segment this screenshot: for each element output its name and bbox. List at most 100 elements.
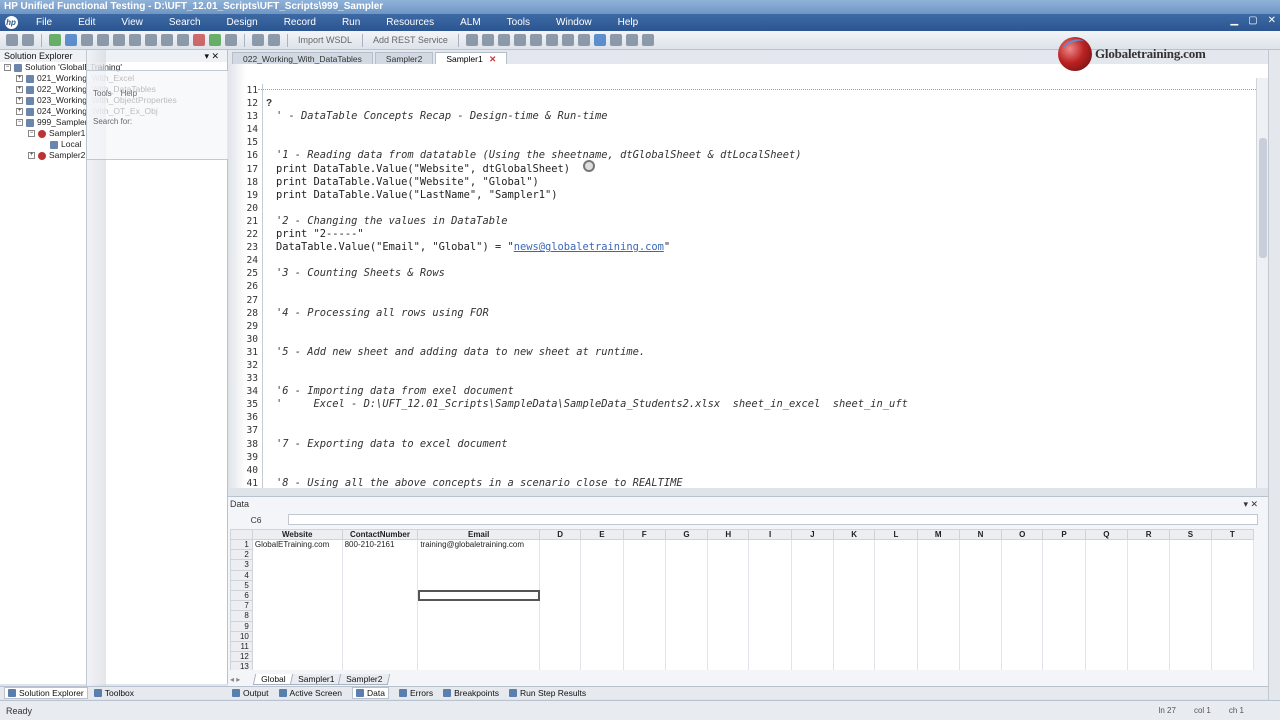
grid-cell[interactable] [833, 651, 876, 662]
column-header[interactable]: T [1210, 529, 1254, 540]
grid-cell[interactable] [580, 641, 624, 652]
grid-cell[interactable] [874, 559, 918, 571]
code-line[interactable] [276, 359, 1264, 372]
menu-record[interactable]: Record [270, 14, 328, 31]
grid-cell[interactable] [748, 600, 792, 611]
code-line[interactable]: ' - DataTable Concepts Recap - Design-ti… [276, 110, 1264, 123]
grid-cell[interactable] [417, 570, 540, 581]
play-icon[interactable] [593, 34, 606, 46]
grid-cell[interactable] [874, 610, 918, 621]
column-header[interactable]: ContactNumber [341, 529, 419, 540]
grid-cell[interactable] [1211, 539, 1254, 550]
code-line[interactable]: print DataTable.Value("Website", "Global… [276, 176, 1264, 189]
code-line[interactable] [276, 464, 1264, 477]
options-icon[interactable] [641, 34, 654, 46]
grid-cell[interactable] [1211, 559, 1254, 571]
grid-cell[interactable] [791, 539, 834, 550]
row-header[interactable]: 3 [230, 559, 253, 571]
grid-cell[interactable] [1169, 600, 1212, 611]
grid-cell[interactable] [342, 631, 419, 642]
import-wsdl-button[interactable]: Import WSDL [295, 35, 355, 45]
grid-cell[interactable] [580, 610, 624, 621]
grid-cell[interactable] [1127, 600, 1171, 611]
grid-cell[interactable] [833, 549, 876, 560]
grid-cell[interactable] [1042, 651, 1086, 662]
grid-cell[interactable] [252, 641, 343, 652]
grid-cell[interactable] [623, 610, 666, 621]
grid-cell[interactable] [665, 549, 709, 560]
grid-cell[interactable] [539, 570, 582, 581]
step-over-icon[interactable] [481, 34, 494, 46]
grid-cell[interactable] [1042, 549, 1086, 560]
grid-cell[interactable] [1042, 661, 1086, 670]
grid-cell[interactable] [623, 559, 666, 571]
grid-cell[interactable] [833, 570, 876, 581]
grid-cell[interactable] [707, 651, 750, 662]
grid-cell[interactable] [917, 539, 960, 550]
grid-cell[interactable] [1169, 549, 1212, 560]
grid-cell[interactable] [707, 600, 750, 611]
grid-cell[interactable] [917, 641, 960, 652]
sheet-tab-sampler2[interactable]: Sampler2 [337, 673, 391, 685]
grid-cell[interactable] [665, 661, 709, 670]
grid-cell[interactable] [1127, 549, 1171, 560]
grid-cell[interactable] [580, 631, 624, 642]
grid-cell[interactable] [791, 631, 834, 642]
grid-cell[interactable] [917, 661, 960, 670]
grid-cell[interactable] [1085, 559, 1129, 571]
grid-cell[interactable] [623, 570, 666, 581]
grid-cell[interactable] [917, 590, 960, 601]
grid-cell[interactable] [707, 570, 750, 581]
grid-cell[interactable] [833, 539, 876, 550]
grid-cell[interactable] [917, 621, 960, 632]
grid-cell[interactable] [959, 631, 1003, 642]
sheet-nav-arrows[interactable]: ◂ ▸ [230, 675, 254, 684]
grid-cell[interactable] [833, 621, 876, 632]
grid-cell[interactable] [874, 600, 918, 611]
grid-cell[interactable] [1211, 549, 1254, 560]
menu-design[interactable]: Design [213, 14, 270, 31]
find-icon[interactable] [177, 34, 189, 46]
grid-cell[interactable] [342, 641, 419, 652]
step-into-icon[interactable] [465, 34, 478, 46]
grid-cell[interactable] [342, 610, 419, 621]
grid-cell[interactable] [791, 580, 834, 591]
grid-cell[interactable] [707, 549, 750, 560]
save-icon[interactable] [65, 34, 77, 46]
grid-cell[interactable] [417, 549, 540, 560]
grid-cell[interactable] [959, 641, 1003, 652]
grid-cell[interactable] [1085, 549, 1129, 560]
tab-sampler1[interactable]: Sampler1 ✕ [435, 52, 508, 64]
code-line[interactable]: '1 - Reading data from datatable (Using … [276, 149, 1264, 162]
grid-cell[interactable] [959, 559, 1003, 571]
menu-file[interactable]: File [22, 14, 64, 31]
grid-cell[interactable] [833, 610, 876, 621]
grid-cell[interactable] [417, 621, 540, 632]
grid-cell[interactable] [252, 590, 343, 601]
grid-cell[interactable] [1042, 631, 1086, 642]
menu-resources[interactable]: Resources [372, 14, 446, 31]
menu-window[interactable]: Window [542, 14, 604, 31]
grid-cell[interactable] [959, 651, 1003, 662]
grid-cell[interactable] [1169, 651, 1212, 662]
code-line[interactable]: print DataTable.Value("Website", dtGloba… [276, 163, 1264, 176]
code-line[interactable] [276, 84, 1264, 97]
tab-run-step-results[interactable]: Run Step Results [508, 688, 586, 698]
menu-help[interactable]: Help [604, 14, 651, 31]
api-icon[interactable] [268, 34, 280, 46]
grid-cell[interactable] [342, 559, 419, 571]
code-editor[interactable]: 11 12 13 14 15 16 17 18 19 20 21 22 23 24 25 26 27 28 29 30… [228, 64, 1268, 488]
grid-cell[interactable] [791, 641, 834, 652]
tab-errors[interactable]: Errors [398, 688, 433, 698]
grid-cell[interactable] [665, 621, 709, 632]
sheet-tab-global[interactable]: Global [252, 673, 294, 685]
tab-breakpoints[interactable]: Breakpoints [443, 688, 499, 698]
grid-cell[interactable] [342, 600, 419, 611]
add-rest-service-button[interactable]: Add REST Service [370, 35, 451, 45]
column-header[interactable]: Q [1084, 529, 1129, 540]
grid-cell[interactable] [874, 590, 918, 601]
grid-cell[interactable] [874, 621, 918, 632]
grid-cell[interactable] [791, 610, 834, 621]
code-line[interactable] [276, 333, 1264, 346]
grid-cell[interactable] [665, 580, 709, 591]
